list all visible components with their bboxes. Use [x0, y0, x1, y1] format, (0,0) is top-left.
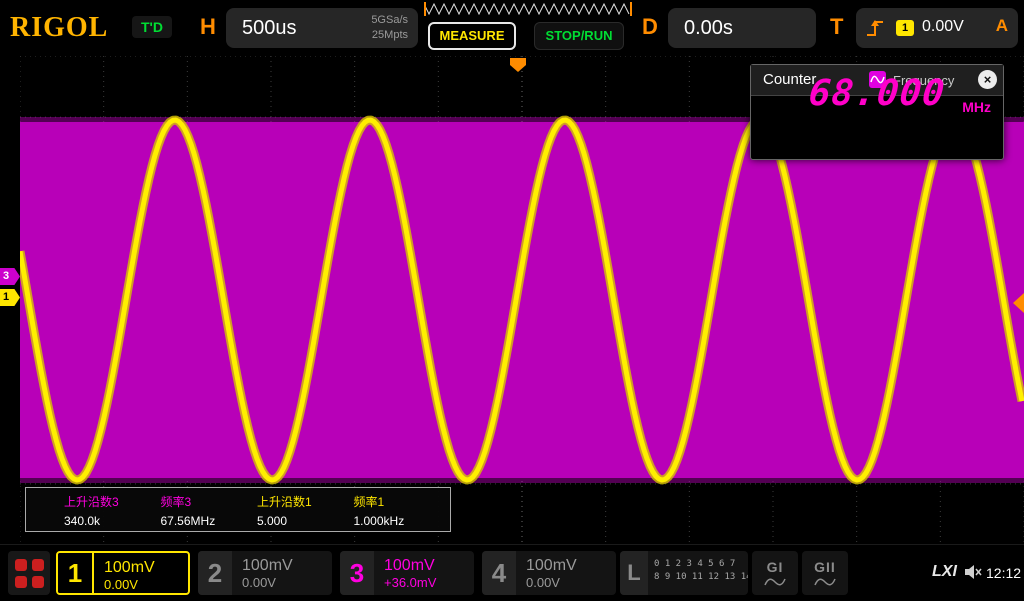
sound-muted-icon[interactable] [964, 564, 982, 580]
generator2-label: GII [814, 559, 836, 575]
chann2-offset: 0.00V [242, 575, 332, 591]
trigger-position-marker[interactable] [510, 58, 526, 72]
counter-value: 68.000 [807, 73, 947, 114]
channel1-position-marker[interactable]: 1 [0, 289, 20, 306]
generator2-box[interactable]: GII [802, 551, 848, 595]
trigger-label: T [830, 14, 843, 40]
meas-value-3: 5.000 [257, 514, 354, 528]
sine-icon [814, 577, 836, 587]
sample-rate: 5GSa/s [371, 13, 408, 28]
digital-label: L [620, 551, 648, 595]
counter-panel: Counter Frequency × 68.000 MHz [750, 64, 1004, 160]
clock: 12:12 [986, 565, 1021, 581]
meas-label-4: 频率1 [354, 493, 451, 510]
channel1-scale: 100mV [104, 558, 188, 577]
delay-box[interactable]: 0.00s [668, 8, 816, 48]
stop-run-button[interactable]: STOP/RUN [534, 22, 624, 50]
trigger-status-badge: T'D [132, 16, 172, 38]
measure-button[interactable]: MEASURE [428, 22, 516, 50]
horizontal-overview-strip[interactable] [424, 1, 632, 17]
counter-title: Counter [763, 71, 816, 88]
channel3-box[interactable]: 3 100mV +36.0mV [340, 551, 474, 595]
generator1-label: GI [767, 559, 784, 575]
brand-logo: RIGOL [10, 12, 108, 44]
meas-label-1: 上升沿数3 [64, 493, 161, 510]
meas-value-2: 67.56MHz [161, 514, 258, 528]
channel3-offset: +36.0mV [384, 575, 474, 591]
digital-row2: 8 9 10 11 12 13 14 15 [654, 571, 748, 584]
channel1-number: 1 [58, 553, 94, 593]
measurement-values: 340.0k 67.56MHz 5.000 1.000kHz [26, 511, 450, 531]
trigger-box[interactable]: 1 0.00V A [856, 8, 1018, 48]
horizontal-label: H [200, 14, 216, 40]
delay-value: 0.00s [684, 17, 733, 40]
channel2-number: 2 [198, 551, 232, 595]
channel1-offset: 0.00V [104, 577, 188, 593]
memory-depth: 25Mpts [371, 28, 408, 43]
trigger-level-value: 0.00V [922, 18, 964, 36]
acquisition-info: 5GSa/s 25Mpts [371, 13, 408, 43]
lxi-logo: LXI [932, 563, 957, 581]
trigger-mode: A [996, 16, 1008, 36]
channel3-number: 3 [340, 551, 374, 595]
measurement-labels: 上升沿数3 频率3 上升沿数1 频率1 [26, 491, 450, 511]
generator1-box[interactable]: GI [752, 551, 798, 595]
overview-waveform [424, 4, 629, 14]
channel4-number: 4 [482, 551, 516, 595]
digital-row1: 0 1 2 3 4 5 6 7 [654, 558, 748, 571]
channel3-scale: 100mV [384, 556, 474, 575]
timebase-box[interactable]: 500us 5GSa/s 25Mpts [226, 8, 418, 48]
channel3-position-marker[interactable]: 3 [0, 268, 20, 285]
counter-unit: MHz [962, 99, 991, 115]
channel4-box[interactable]: 4 100mV 0.00V [482, 551, 616, 595]
channel4-scale: 100mV [526, 556, 616, 575]
meas-value-4: 1.000kHz [354, 514, 451, 528]
trigger-source-badge: 1 [896, 20, 914, 36]
delay-label: D [642, 14, 658, 40]
trigger-slope-icon [864, 16, 890, 40]
close-icon[interactable]: × [978, 70, 997, 89]
channel2-box[interactable]: 2 100mV 0.00V [198, 551, 332, 595]
sine-icon [764, 577, 786, 587]
meas-value-1: 340.0k [64, 514, 161, 528]
timebase-value: 500us [242, 17, 297, 40]
ch3-trace-band [20, 122, 1024, 478]
digital-channels-box[interactable]: L 0 1 2 3 4 5 6 7 8 9 10 11 12 13 14 15 [620, 551, 748, 595]
menu-button[interactable] [8, 551, 50, 595]
meas-label-3: 上升沿数1 [257, 493, 354, 510]
channel1-box[interactable]: 1 100mV 0.00V [56, 551, 190, 595]
top-bar: RIGOL T'D H 500us 5GSa/s 25Mpts MEASURE … [0, 0, 1024, 56]
channel4-offset: 0.00V [526, 575, 616, 591]
measurement-panel[interactable]: 上升沿数3 频率3 上升沿数1 频率1 340.0k 67.56MHz 5.00… [25, 487, 451, 532]
channel2-scale: 100mV [242, 556, 332, 575]
bottom-bar: 1 100mV 0.00V 2 100mV 0.00V 3 100mV +36.… [0, 544, 1024, 601]
meas-label-2: 频率3 [161, 493, 258, 510]
